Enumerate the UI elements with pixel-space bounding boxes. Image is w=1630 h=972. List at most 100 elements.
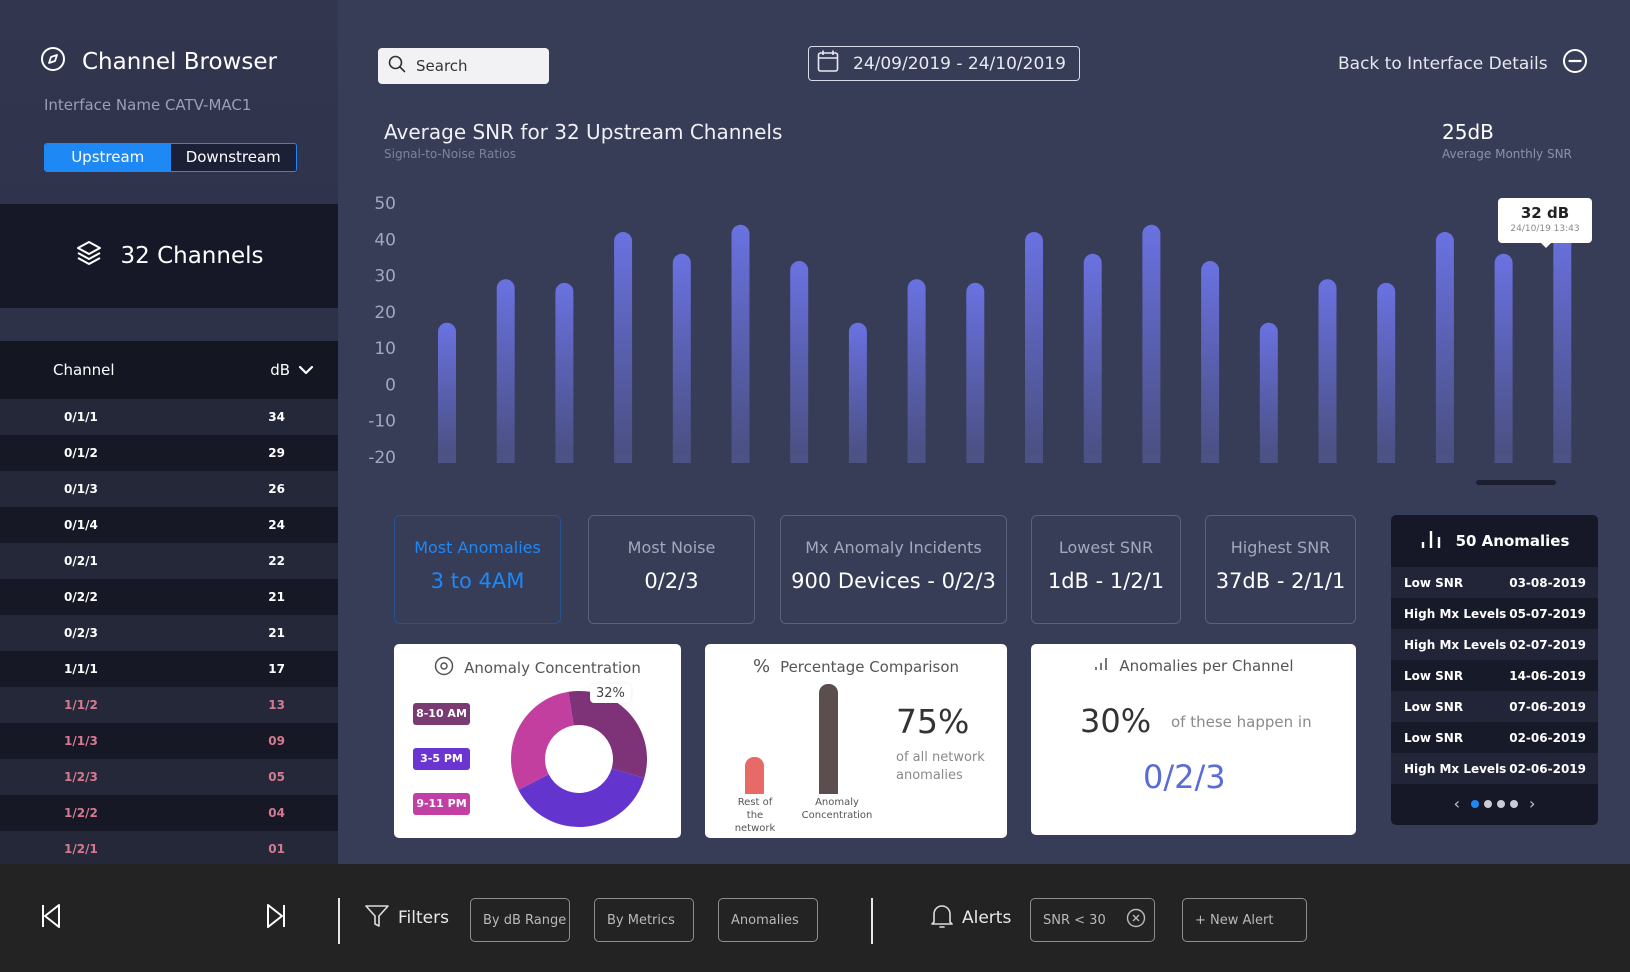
channel-db: 29 bbox=[268, 446, 285, 460]
anomaly-row[interactable]: Low SNR 02-06-2019 bbox=[1391, 722, 1598, 753]
y-tick-label: 0 bbox=[385, 375, 396, 395]
snr-bar[interactable] bbox=[1201, 261, 1220, 463]
donut-slice[interactable] bbox=[568, 691, 647, 778]
pager-dot[interactable] bbox=[1484, 799, 1492, 808]
percentage-caption: of all network anomalies bbox=[896, 749, 985, 785]
channel-row[interactable]: 0/2/3 21 bbox=[0, 615, 338, 651]
channel-id: 1/2/3 bbox=[64, 770, 98, 784]
snr-bar-base bbox=[1435, 453, 1454, 463]
metric-card-most-anomalies[interactable]: Most Anomalies 3 to 4AM bbox=[394, 515, 561, 624]
channel-row[interactable]: 1/1/2 13 bbox=[0, 687, 338, 723]
snr-bar[interactable] bbox=[1377, 282, 1396, 463]
metric-card-highest-snr[interactable]: Highest SNR 37dB - 2/1/1 bbox=[1205, 515, 1356, 624]
snr-bar[interactable] bbox=[966, 282, 985, 463]
filter-chip-anomalies[interactable]: Anomalies bbox=[718, 898, 818, 942]
snr-bar[interactable] bbox=[614, 232, 633, 463]
chevron-down-icon[interactable] bbox=[298, 361, 314, 379]
snr-bar[interactable] bbox=[1142, 224, 1161, 463]
alert-chip-snr[interactable]: SNR < 30 bbox=[1030, 898, 1155, 942]
pager-dot[interactable] bbox=[1497, 799, 1505, 808]
snr-bar[interactable] bbox=[555, 282, 574, 463]
skip-forward-button[interactable] bbox=[265, 864, 287, 972]
snr-bar-base bbox=[555, 453, 574, 463]
channel-row[interactable]: 0/1/1 34 bbox=[0, 399, 338, 435]
snr-bar[interactable] bbox=[496, 279, 515, 463]
anomaly-row[interactable]: Low SNR 14-06-2019 bbox=[1391, 660, 1598, 691]
bar-label-line: Anomaly bbox=[815, 797, 859, 808]
anomaly-row[interactable]: High Mx Levels 05-07-2019 bbox=[1391, 598, 1598, 629]
anomaly-date: 14-06-2019 bbox=[1509, 668, 1586, 683]
anomaly-date: 03-08-2019 bbox=[1509, 575, 1586, 590]
bell-icon bbox=[930, 902, 954, 934]
anomaly-row[interactable]: High Mx Levels 02-07-2019 bbox=[1391, 629, 1598, 660]
channel-row[interactable]: 1/1/3 09 bbox=[0, 723, 338, 759]
snr-bar-base bbox=[1318, 453, 1337, 463]
bar-label-anomaly-concentration: Anomaly Concentration bbox=[797, 796, 877, 822]
donut-slice[interactable] bbox=[511, 691, 574, 790]
metric-card-lowest-snr[interactable]: Lowest SNR 1dB - 1/2/1 bbox=[1031, 515, 1181, 624]
card-title-text: Anomaly Concentration bbox=[464, 659, 641, 677]
back-to-interface-details-link[interactable]: Back to Interface Details bbox=[1338, 48, 1588, 79]
pager-dot[interactable] bbox=[1471, 799, 1479, 808]
pager-dot[interactable] bbox=[1510, 799, 1518, 808]
channel-row[interactable]: 0/2/2 21 bbox=[0, 579, 338, 615]
search-input[interactable]: Search bbox=[378, 48, 549, 84]
anomaly-date: 02-06-2019 bbox=[1509, 730, 1586, 745]
channel-db: 26 bbox=[268, 482, 285, 496]
channel-row[interactable]: 1/2/3 05 bbox=[0, 759, 338, 795]
channel-row[interactable]: 1/1/1 17 bbox=[0, 651, 338, 687]
stream-toggle: Upstream Downstream bbox=[44, 143, 297, 172]
sidebar-header: Channel Browser Interface Name CATV-MAC1… bbox=[0, 0, 338, 204]
snr-bar[interactable] bbox=[438, 322, 456, 463]
snr-bar[interactable] bbox=[790, 261, 809, 463]
anomaly-row[interactable]: Low SNR 03-08-2019 bbox=[1391, 567, 1598, 598]
bar-label-line: the network bbox=[734, 810, 776, 834]
anomaly-type: High Mx Levels bbox=[1404, 637, 1507, 652]
date-range-picker[interactable]: 24/09/2019 - 24/10/2019 bbox=[808, 46, 1080, 81]
filter-chip-db-range[interactable]: By dB Range bbox=[470, 898, 570, 942]
minus-circle-icon[interactable] bbox=[1562, 48, 1588, 79]
column-header-db[interactable]: dB bbox=[270, 361, 314, 379]
anomaly-row[interactable]: High Mx Levels 02-06-2019 bbox=[1391, 753, 1598, 784]
metric-card-most-noise[interactable]: Most Noise 0/2/3 bbox=[588, 515, 755, 624]
snr-bar-base bbox=[907, 453, 926, 463]
channel-row[interactable]: 1/2/1 01 bbox=[0, 831, 338, 867]
snr-bar[interactable] bbox=[1553, 224, 1572, 463]
snr-bar[interactable] bbox=[1318, 279, 1337, 463]
metric-card-mx-anomaly-incidents[interactable]: Mx Anomaly Incidents 900 Devices - 0/2/3 bbox=[780, 515, 1007, 624]
channel-row[interactable]: 0/1/4 24 bbox=[0, 507, 338, 543]
anomaly-type: Low SNR bbox=[1404, 668, 1464, 683]
anomaly-date: 05-07-2019 bbox=[1509, 606, 1586, 621]
channel-row[interactable]: 0/1/3 26 bbox=[0, 471, 338, 507]
upstream-tab[interactable]: Upstream bbox=[45, 144, 171, 171]
snr-bar[interactable] bbox=[848, 322, 867, 463]
channel-row[interactable]: 0/1/2 29 bbox=[0, 435, 338, 471]
channel-row[interactable]: 0/2/1 22 bbox=[0, 543, 338, 579]
snr-bar[interactable] bbox=[1435, 232, 1454, 463]
anomaly-row[interactable]: Low SNR 07-06-2019 bbox=[1391, 691, 1598, 722]
close-circle-icon[interactable] bbox=[1126, 908, 1146, 932]
anomaly-donut-chart bbox=[511, 691, 647, 827]
snr-bar[interactable] bbox=[731, 224, 750, 463]
snr-bar[interactable] bbox=[1083, 253, 1102, 463]
channel-row[interactable]: 1/2/2 04 bbox=[0, 795, 338, 831]
downstream-tab[interactable]: Downstream bbox=[170, 144, 296, 171]
filters-button[interactable]: Filters bbox=[364, 864, 449, 972]
snr-bar[interactable] bbox=[907, 279, 926, 463]
metric-value: 3 to 4AM bbox=[430, 569, 525, 593]
chart-scrollbar[interactable] bbox=[1476, 480, 1556, 485]
filter-chip-metrics[interactable]: By Metrics bbox=[594, 898, 694, 942]
y-tick-label: 30 bbox=[374, 267, 396, 287]
snr-bar[interactable] bbox=[1494, 253, 1513, 463]
anomalies-channel[interactable]: 0/2/3 bbox=[1143, 758, 1226, 796]
snr-bar[interactable] bbox=[1025, 232, 1043, 463]
anomaly-type: Low SNR bbox=[1404, 575, 1464, 590]
chevron-right-icon[interactable]: › bbox=[1529, 794, 1535, 813]
snr-bar[interactable] bbox=[672, 253, 691, 463]
column-header-channel[interactable]: Channel bbox=[53, 361, 115, 379]
snr-bar[interactable] bbox=[1259, 322, 1278, 463]
skip-back-button[interactable] bbox=[40, 864, 62, 972]
new-alert-button[interactable]: + New Alert bbox=[1182, 898, 1307, 942]
alerts-button[interactable]: Alerts bbox=[930, 864, 1011, 972]
chevron-left-icon[interactable]: ‹ bbox=[1454, 794, 1460, 813]
